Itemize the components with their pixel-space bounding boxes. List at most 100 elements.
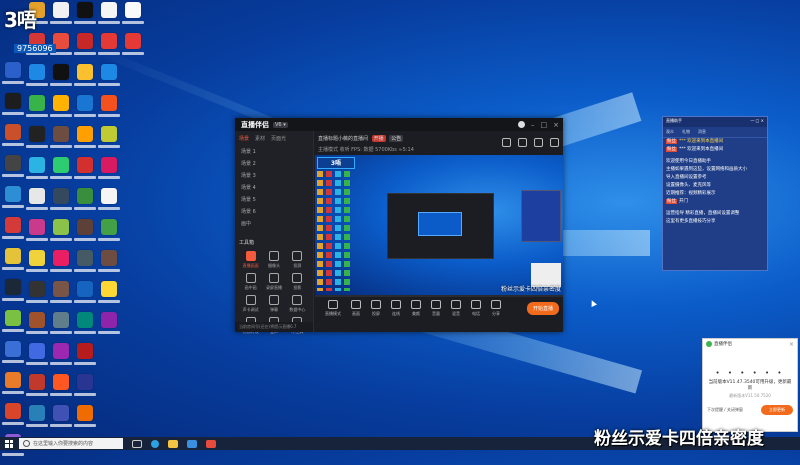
edge-icon[interactable] [151,439,159,448]
desktop-icon[interactable] [50,250,72,280]
desktop-icon[interactable] [2,155,24,185]
desktop-icon[interactable] [122,33,144,63]
scene-item[interactable]: 画中 [235,218,313,230]
app-version[interactable]: V6 ▾ [273,121,288,128]
desktop-icon[interactable] [2,279,24,309]
tool-item[interactable]: 摄像头 [262,251,285,269]
desktop-icon[interactable] [74,95,96,125]
desktop-icon[interactable] [98,219,120,249]
folder-icon[interactable] [168,439,178,448]
desktop-icon[interactable] [98,281,120,311]
desktop-icon[interactable] [74,188,96,218]
desktop-icon[interactable] [26,157,48,187]
tool-item[interactable]: 画中画 [239,273,262,291]
desktop-icon[interactable] [74,250,96,280]
desktop-icon[interactable] [2,93,24,123]
desktop-icon[interactable] [98,188,120,218]
desktop-icon[interactable] [50,343,72,373]
desktop-icon[interactable] [50,188,72,218]
desktop-icon[interactable] [26,405,48,435]
control-button[interactable]: 画面 [351,299,361,317]
desktop-icon[interactable] [2,341,24,371]
desktop-icon[interactable] [98,126,120,156]
gift-icon[interactable] [518,138,527,147]
chat-panel[interactable]: 直播助手 — □ × 观众 礼物 消息 粉丝 *** 欢迎来到本直播间 粉丝 ***… [662,116,768,271]
taskbar-search[interactable]: 在这里输入你要搜索的内容 [19,438,123,449]
streaming-app-window[interactable]: 直播伴侣 V6 ▾ – □ × 场景 素材 页面光 场景 1 场景 2 场景 3… [235,118,563,334]
desktop-icon[interactable] [98,64,120,94]
desktop-icon[interactable] [50,2,72,32]
task-view-icon[interactable] [132,439,142,448]
scene-item[interactable]: 场景 3 [235,170,313,182]
desktop-icon[interactable] [74,281,96,311]
tab-scene[interactable]: 场景 [239,135,249,142]
desktop-icon[interactable] [50,405,72,435]
desktop-icon[interactable] [50,312,72,342]
tool-item[interactable]: 数据中心 [286,295,309,313]
control-button[interactable]: 电话 [471,299,481,317]
share-icon[interactable] [502,138,511,147]
desktop-icon[interactable] [50,219,72,249]
control-button[interactable]: 美颜 [411,299,421,317]
desktop-icon[interactable] [50,374,72,404]
desktop-icon[interactable] [74,126,96,156]
preview-timeline[interactable] [315,295,563,297]
windows-start-icon[interactable] [5,439,13,448]
maximize-icon[interactable]: □ [541,121,548,129]
desktop-icon[interactable] [26,374,48,404]
desktop-icon[interactable] [98,250,120,280]
chat-window-controls[interactable]: — □ × [750,118,764,126]
desktop-icon[interactable] [26,95,48,125]
desktop-icon[interactable] [2,124,24,154]
scene-item[interactable]: 场景 4 [235,182,313,194]
store-icon[interactable] [187,439,197,448]
desktop-icon[interactable] [26,188,48,218]
desktop-icon[interactable] [74,33,96,63]
desktop-icon[interactable] [2,403,24,433]
desktop-icon[interactable] [98,157,120,187]
tab-page[interactable]: 页面光 [271,135,286,142]
close-icon[interactable]: × [553,121,559,129]
chat-tab[interactable]: 礼物 [682,129,690,135]
settings-icon[interactable] [534,138,543,147]
app-taskbar-icon[interactable] [206,439,216,448]
desktop-icon[interactable] [74,343,96,373]
desktop-icon[interactable] [2,310,24,340]
desktop-icon[interactable] [2,217,24,247]
desktop-icon[interactable] [98,312,120,342]
chat-tab[interactable]: 观众 [666,129,674,135]
desktop-icon[interactable] [26,343,48,373]
live-preview[interactable]: 3唔 粉丝示爱卡四倍亲密度 [315,155,563,295]
scene-item[interactable]: 场景 6 [235,206,313,218]
desktop-icon[interactable] [26,250,48,280]
start-live-button[interactable]: 开始直播 [526,301,559,315]
desktop-icon[interactable] [74,64,96,94]
scene-item[interactable]: 场景 2 [235,158,313,170]
desktop-icon[interactable] [98,95,120,125]
stream-title[interactable]: 直播标题小薇的直播间 [318,136,368,142]
desktop-icon[interactable] [26,219,48,249]
minimize-icon[interactable]: – [531,121,535,129]
notice-tag[interactable]: 公告 [389,135,404,142]
tool-item[interactable]: 声卡调试 [239,295,262,313]
control-button[interactable]: 分享 [491,299,501,317]
desktop-icon[interactable] [26,281,48,311]
desktop-icon[interactable] [2,62,24,92]
desktop-icon[interactable] [50,64,72,94]
tool-item[interactable]: 直播画面 [239,251,262,269]
tool-item[interactable]: 投屏 [286,251,309,269]
control-button[interactable]: 直播模式 [325,299,341,317]
scene-item[interactable]: 场景 5 [235,194,313,206]
desktop-icon[interactable] [122,2,144,32]
tab-material[interactable]: 素材 [255,135,265,142]
scene-item[interactable]: 场景 1 [235,146,313,158]
desktop-icon[interactable] [98,2,120,32]
desktop-icon[interactable] [50,95,72,125]
close-icon[interactable]: × [789,341,794,348]
layout-icon[interactable] [550,138,559,147]
control-button[interactable]: 投屏 [371,299,381,317]
desktop-icon[interactable] [26,64,48,94]
chat-header[interactable]: 直播助手 — □ × [663,117,767,127]
avatar[interactable] [518,120,525,128]
tool-item[interactable]: 录屏直播 [262,273,285,291]
